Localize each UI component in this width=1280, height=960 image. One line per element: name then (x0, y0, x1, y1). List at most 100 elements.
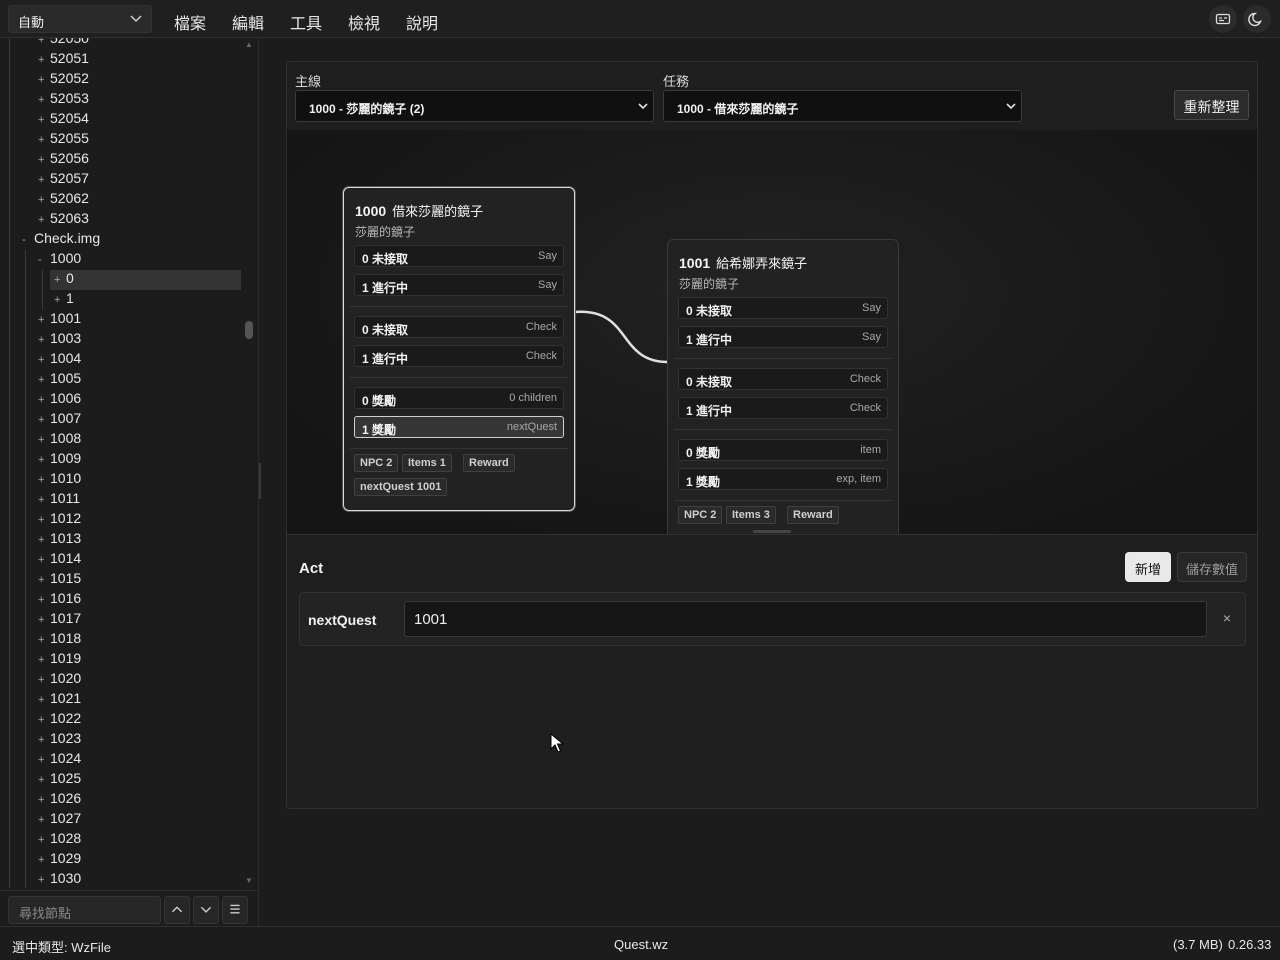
tree-toggle-icon[interactable]: + (38, 674, 50, 686)
tree-item[interactable]: +0 (50, 270, 241, 290)
quest-state-row[interactable]: 0 未接取 Check (678, 368, 888, 390)
next-match-button[interactable] (193, 896, 219, 924)
tree-toggle-icon[interactable]: + (38, 454, 50, 466)
tree-item[interactable]: +1009 (38, 450, 241, 470)
tree-item[interactable]: +1014 (38, 550, 241, 570)
tree-toggle-icon[interactable]: + (38, 38, 50, 46)
tree-item[interactable]: +52062 (38, 190, 241, 210)
quest-state-row[interactable]: 1 進行中 Check (354, 345, 564, 367)
tree-item[interactable]: +1024 (38, 750, 241, 770)
tree-item[interactable]: +1019 (38, 650, 241, 670)
theme-toggle-button[interactable] (1243, 5, 1271, 33)
tree-toggle-icon[interactable]: + (54, 274, 66, 286)
tree-toggle-icon[interactable]: + (38, 154, 50, 166)
tree-toggle-icon[interactable]: + (38, 374, 50, 386)
tree-toggle-icon[interactable]: + (38, 594, 50, 606)
tree-item[interactable]: +1010 (38, 470, 241, 490)
caption-toggle-button[interactable] (1209, 5, 1237, 33)
tree-toggle-icon[interactable]: + (38, 654, 50, 666)
tree-toggle-icon[interactable]: + (38, 334, 50, 346)
tree-item[interactable]: +1015 (38, 570, 241, 590)
tree-item[interactable]: +1030 (38, 870, 241, 888)
menu-tools[interactable]: 工具 (290, 10, 322, 34)
scroll-down-arrow-icon[interactable]: ▼ (244, 876, 254, 886)
tree-item[interactable]: +1018 (38, 630, 241, 650)
mode-select[interactable]: 自動 (8, 5, 152, 33)
menu-edit[interactable]: 編輯 (232, 10, 264, 34)
node-tree[interactable]: +52050 +52051 +52052 +52053 +52054 +52055 +520… (0, 38, 258, 888)
quest-node[interactable]: 1000 借來莎麗的鏡子 莎麗的鏡子 0 未接取 Say 1 進行中 Say 0 未接取 Che… (343, 187, 575, 511)
menu-file[interactable]: 檔案 (174, 10, 206, 34)
tree-toggle-icon[interactable]: + (38, 614, 50, 626)
add-button[interactable]: 新增 (1125, 552, 1171, 582)
tree-toggle-icon[interactable]: + (38, 214, 50, 226)
quest-state-row[interactable]: 1 進行中 Say (678, 326, 888, 348)
tree-toggle-icon[interactable]: + (38, 834, 50, 846)
quest-node[interactable]: 1001 給希娜弄來鏡子 莎麗的鏡子 0 未接取 Say 1 進行中 Say 0 未接取 Che… (667, 239, 899, 534)
tree-toggle-icon[interactable]: + (38, 94, 50, 106)
tree-item[interactable]: +52052 (38, 70, 241, 90)
tree-toggle-icon[interactable]: + (54, 294, 66, 306)
pane-splitter[interactable] (258, 38, 262, 926)
tree-item[interactable]: +1022 (38, 710, 241, 730)
quest-state-row[interactable]: 1 進行中 Say (354, 274, 564, 296)
tree-options-button[interactable] (222, 896, 248, 924)
tree-item[interactable]: +52057 (38, 170, 241, 190)
menu-help[interactable]: 說明 (406, 10, 438, 34)
tree-item[interactable]: +1011 (38, 490, 241, 510)
tree-item[interactable]: - Check.img (22, 230, 241, 250)
tree-toggle-icon[interactable]: + (38, 394, 50, 406)
search-node-input[interactable]: 尋找節點 (8, 896, 161, 924)
tree-item[interactable]: +1008 (38, 430, 241, 450)
tree-toggle-icon[interactable]: + (38, 734, 50, 746)
tree-item[interactable]: +1028 (38, 830, 241, 850)
tree-toggle-icon[interactable]: + (38, 74, 50, 86)
tree-item[interactable]: +1004 (38, 350, 241, 370)
tree-item[interactable]: +1016 (38, 590, 241, 610)
tree-item[interactable]: +1005 (38, 370, 241, 390)
quest-state-row[interactable]: 0 獎勵 item (678, 439, 888, 461)
tree-item[interactable]: +52050 (38, 38, 241, 50)
tree-item[interactable]: +1020 (38, 670, 241, 690)
scroll-thumb[interactable] (245, 321, 253, 339)
tree-item[interactable]: +1 (54, 290, 241, 310)
tree-toggle-icon[interactable]: + (38, 314, 50, 326)
tree-item[interactable]: +1023 (38, 730, 241, 750)
quest-state-row[interactable]: 1 進行中 Check (678, 397, 888, 419)
tree-toggle-icon[interactable]: + (38, 794, 50, 806)
scroll-up-arrow-icon[interactable]: ▲ (244, 40, 254, 50)
quest-select[interactable]: 1000 - 借來莎麗的鏡子 (663, 90, 1022, 122)
tree-item[interactable]: +52056 (38, 150, 241, 170)
quest-state-row[interactable]: 1 獎勵 exp, item (678, 468, 888, 490)
tree-toggle-icon[interactable]: + (38, 714, 50, 726)
tree-item[interactable]: +1001 (38, 310, 241, 330)
tree-toggle-icon[interactable]: - (22, 234, 34, 246)
save-values-button[interactable]: 儲存數值 (1177, 552, 1247, 582)
tree-toggle-icon[interactable]: + (38, 114, 50, 126)
tree-item[interactable]: +1025 (38, 770, 241, 790)
tree-scrollbar[interactable]: ▲ ▼ (241, 38, 258, 888)
tree-toggle-icon[interactable]: + (38, 694, 50, 706)
tree-toggle-icon[interactable]: - (38, 254, 50, 266)
tree-toggle-icon[interactable]: + (38, 554, 50, 566)
tree-toggle-icon[interactable]: + (38, 54, 50, 66)
tree-toggle-icon[interactable]: + (38, 574, 50, 586)
tree-item[interactable]: +1021 (38, 690, 241, 710)
tree-item[interactable]: +1029 (38, 850, 241, 870)
quest-state-row[interactable]: 0 未接取 Say (354, 245, 564, 267)
quest-state-row[interactable]: 1 獎勵 nextQuest (354, 416, 564, 438)
tree-toggle-icon[interactable]: + (38, 354, 50, 366)
tree-toggle-icon[interactable]: + (38, 774, 50, 786)
tree-item[interactable]: +52055 (38, 130, 241, 150)
tree-item[interactable]: +52054 (38, 110, 241, 130)
tree-item[interactable]: -1000 (38, 250, 241, 270)
line-select[interactable]: 1000 - 莎麗的鏡子 (2) (295, 90, 654, 122)
tree-toggle-icon[interactable]: + (38, 814, 50, 826)
splitter-grip[interactable] (259, 463, 261, 499)
tree-toggle-icon[interactable]: + (38, 434, 50, 446)
tree-item[interactable]: +1006 (38, 390, 241, 410)
refresh-button[interactable]: 重新整理 (1174, 90, 1249, 120)
act-property-value-input[interactable]: 1001 (404, 601, 1207, 637)
quest-state-row[interactable]: 0 未接取 Say (678, 297, 888, 319)
tree-item[interactable]: +1013 (38, 530, 241, 550)
